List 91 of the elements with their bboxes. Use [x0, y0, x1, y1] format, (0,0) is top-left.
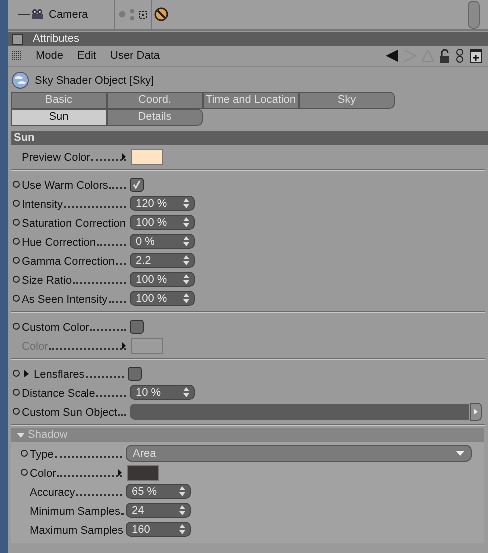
field-label: Minimum Samples	[30, 505, 123, 518]
field-label: Type	[30, 446, 126, 461]
field-label: As Seen Intensity	[22, 291, 130, 306]
animation-dot-icon[interactable]	[13, 295, 20, 302]
lock-icon[interactable]	[440, 49, 450, 63]
field-label: Size Ratio	[22, 272, 130, 287]
scrollbar[interactable]	[468, 0, 480, 28]
checkbox[interactable]	[130, 320, 144, 334]
sky-icon	[12, 72, 29, 89]
animation-dot-icon[interactable]	[13, 257, 20, 264]
field-label: Maximum Samples	[30, 524, 126, 537]
field-label: Gamma Correction	[22, 253, 130, 268]
expand-arrow-icon[interactable]	[23, 370, 31, 378]
animation-dot-icon[interactable]	[13, 200, 20, 207]
number-field[interactable]: 10 %	[130, 385, 195, 400]
field-label: Use Warm Colors	[22, 177, 130, 192]
no-entry-icon[interactable]	[154, 7, 169, 22]
animation-dot-icon[interactable]	[13, 181, 20, 188]
field-label: Accuracy	[30, 484, 126, 499]
spinner-arrows-icon[interactable]	[179, 505, 186, 516]
link-icon[interactable]	[456, 49, 464, 63]
tab[interactable]: Sun	[11, 109, 107, 126]
object-title: Sky Shader Object [Sky]	[35, 74, 154, 86]
animation-dot-icon[interactable]	[13, 408, 20, 415]
number-field[interactable]: 100 %	[130, 272, 195, 287]
field-label: Saturation Correction	[22, 217, 128, 230]
grip-icon[interactable]	[12, 51, 22, 61]
type-dropdown[interactable]: Area	[126, 445, 472, 462]
arrow-icon	[474, 408, 478, 414]
tab[interactable]: Details	[107, 109, 203, 126]
collapse-arrow-icon[interactable]	[17, 431, 25, 439]
field-label: Distance Scale	[22, 385, 130, 400]
spinner-arrows-icon[interactable]	[179, 524, 186, 535]
animation-dot-icon[interactable]	[13, 238, 20, 245]
back-arrow-icon[interactable]	[386, 50, 398, 62]
target-icon[interactable]	[139, 10, 147, 18]
dropdown-arrow-icon[interactable]	[456, 451, 465, 456]
field-label: Color	[30, 465, 126, 480]
field-label: Custom Sun Object	[22, 404, 130, 419]
visibility-dot-icon[interactable]	[119, 11, 126, 18]
spinner-arrows-icon[interactable]	[183, 217, 190, 228]
spinner-arrows-icon[interactable]	[179, 486, 186, 497]
field-label: Hue Correction	[22, 234, 130, 249]
number-field[interactable]: 65 %	[126, 484, 191, 499]
panel-icon[interactable]	[12, 34, 23, 44]
link-field[interactable]	[130, 404, 469, 420]
field-label: Preview Color	[22, 149, 130, 164]
animation-dot-icon[interactable]	[13, 276, 20, 283]
spinner-arrows-icon[interactable]	[183, 293, 190, 304]
render-dots-icon[interactable]	[130, 8, 135, 20]
tab[interactable]: Time and Location	[203, 92, 299, 109]
new-panel-icon[interactable]	[470, 49, 482, 63]
menu-item[interactable]: Edit	[78, 50, 96, 62]
animation-dot-icon[interactable]	[21, 450, 28, 457]
checkbox[interactable]	[130, 178, 144, 192]
checkbox[interactable]	[128, 366, 142, 380]
animation-dot-icon[interactable]	[21, 469, 28, 476]
number-field[interactable]: 160	[126, 522, 191, 537]
number-field[interactable]: 0 %	[130, 234, 195, 249]
panel-title: Attributes	[33, 33, 80, 45]
color-swatch[interactable]	[131, 148, 163, 164]
tab[interactable]: Coord.	[107, 92, 203, 109]
tab[interactable]: Basic	[11, 92, 107, 109]
object-name[interactable]: Camera	[49, 8, 114, 20]
spinner-arrows-icon[interactable]	[183, 236, 190, 247]
number-field[interactable]: 120 %	[130, 196, 195, 211]
animation-dot-icon[interactable]	[13, 370, 20, 377]
tab[interactable]: Sky	[299, 92, 395, 109]
spinner-arrows-icon[interactable]	[183, 255, 190, 266]
menu-item[interactable]: User Data	[110, 50, 160, 62]
check-icon	[132, 180, 142, 190]
expand-arrow-icon[interactable]	[122, 152, 126, 160]
spinner-arrows-icon[interactable]	[183, 274, 190, 285]
animation-dot-icon[interactable]	[13, 323, 20, 330]
section-header: Sun	[11, 131, 488, 145]
link-button[interactable]	[470, 402, 482, 420]
spinner-arrows-icon[interactable]	[183, 387, 190, 398]
field-label: Custom Color	[22, 319, 130, 334]
field-label: Intensity	[22, 196, 130, 211]
expand-arrow-icon[interactable]	[118, 468, 122, 476]
number-field[interactable]: 100 %	[130, 291, 195, 306]
number-field[interactable]: 2.2	[130, 253, 195, 268]
menu-item[interactable]: Mode	[36, 50, 64, 62]
animation-dot-icon[interactable]	[13, 219, 20, 226]
camera-icon	[31, 9, 45, 20]
spinner-arrows-icon[interactable]	[183, 198, 190, 209]
number-field[interactable]: 100 %	[130, 215, 195, 230]
color-swatch[interactable]	[127, 464, 159, 480]
field-label: Lensflares	[34, 366, 128, 381]
number-field[interactable]: 24	[126, 503, 191, 518]
animation-dot-icon[interactable]	[13, 389, 20, 396]
